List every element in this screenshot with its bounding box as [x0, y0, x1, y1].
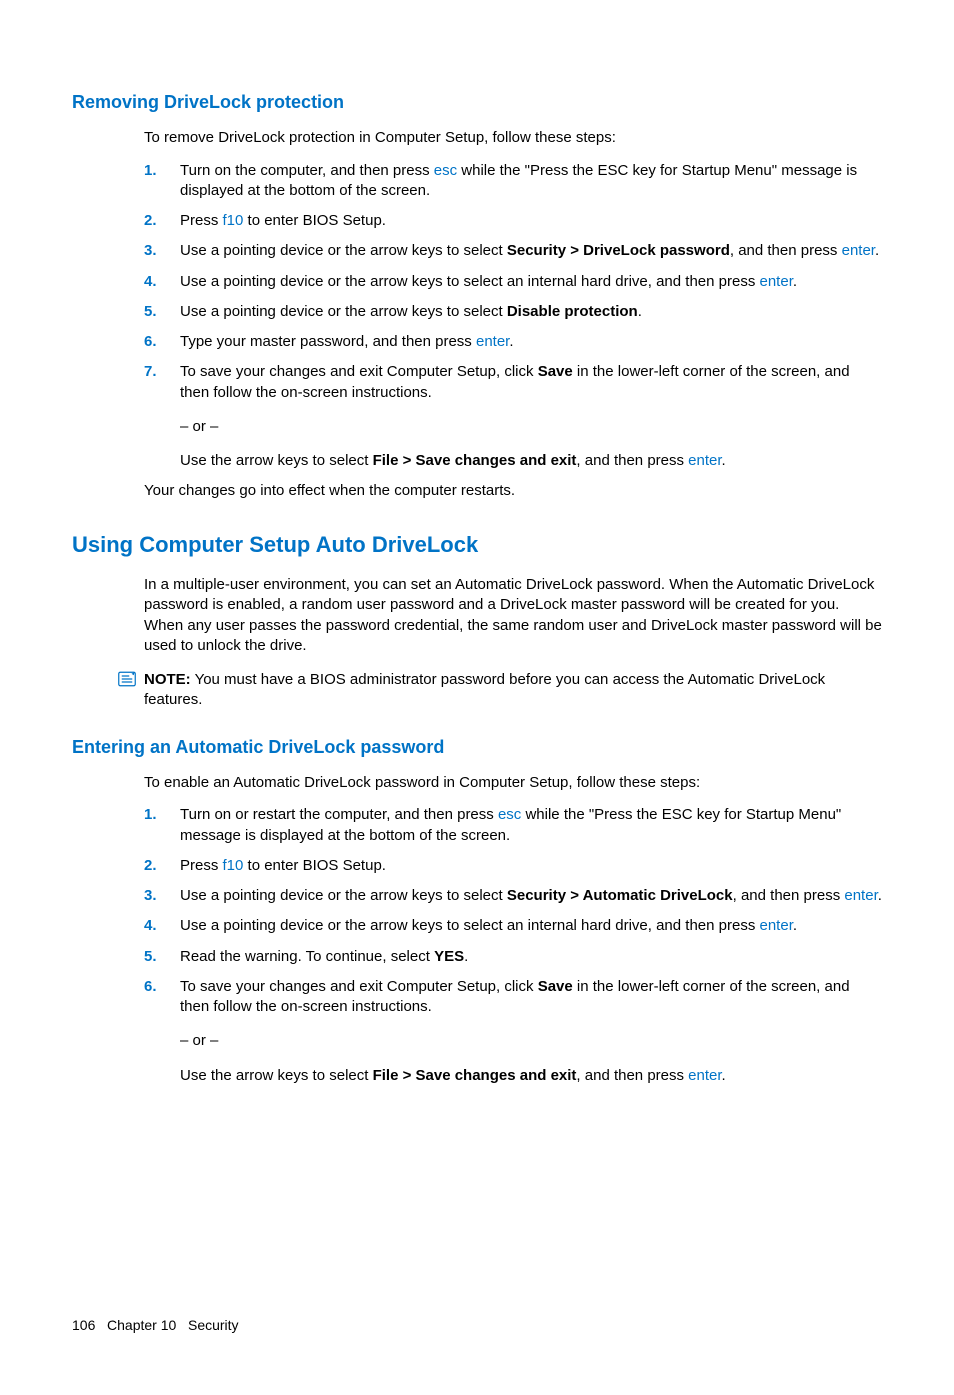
step-number: 7. — [144, 362, 157, 382]
step-text: to enter BIOS Setup. — [243, 857, 386, 874]
step-text: . — [722, 452, 726, 469]
key-enter: enter — [760, 273, 793, 290]
step-number: 3. — [144, 886, 157, 906]
step-5: 5. Use a pointing device or the arrow ke… — [144, 302, 882, 322]
key-enter: enter — [760, 917, 793, 934]
step-number: 2. — [144, 856, 157, 876]
steps-list-1: 1. Turn on the computer, and then press … — [144, 161, 882, 472]
step-text: To save your changes and exit Computer S… — [180, 363, 538, 380]
step-text: Turn on or restart the computer, and the… — [180, 806, 498, 823]
key-esc: esc — [434, 162, 457, 179]
step-text: , and then press — [576, 452, 688, 469]
step-4: 4. Use a pointing device or the arrow ke… — [144, 272, 882, 292]
step-text: , and then press — [733, 887, 845, 904]
step-text: . — [875, 242, 879, 259]
step-text: Use a pointing device or the arrow keys … — [180, 273, 760, 290]
step-number: 5. — [144, 302, 157, 322]
step-number: 1. — [144, 805, 157, 825]
key-esc: esc — [498, 806, 521, 823]
step-number: 4. — [144, 272, 157, 292]
key-enter: enter — [688, 452, 721, 469]
step-text: . — [878, 887, 882, 904]
step-sub: Use the arrow keys to select File > Save… — [180, 1066, 882, 1086]
step-number: 4. — [144, 916, 157, 936]
step-4: 4. Use a pointing device or the arrow ke… — [144, 916, 882, 936]
key-enter: enter — [688, 1067, 721, 1084]
step-number: 2. — [144, 211, 157, 231]
step-1: 1. Turn on the computer, and then press … — [144, 161, 882, 202]
step-2: 2. Press f10 to enter BIOS Setup. — [144, 856, 882, 876]
heading-removing-drivelock: Removing DriveLock protection — [72, 90, 882, 114]
step-text: Press — [180, 857, 223, 874]
step-text: Press — [180, 212, 223, 229]
note-label: NOTE: — [144, 671, 191, 688]
section2-para: In a multiple-user environment, you can … — [144, 575, 882, 656]
bold-text: Save — [538, 363, 573, 380]
key-enter: enter — [842, 242, 875, 259]
step-6: 6. To save your changes and exit Compute… — [144, 977, 882, 1086]
note-block: NOTE: You must have a BIOS administrator… — [118, 670, 882, 711]
key-f10: f10 — [223, 857, 244, 874]
note-icon — [118, 671, 136, 687]
key-enter: enter — [844, 887, 877, 904]
outro-text: Your changes go into effect when the com… — [144, 481, 882, 501]
step-2: 2. Press f10 to enter BIOS Setup. — [144, 211, 882, 231]
key-f10: f10 — [223, 212, 244, 229]
heading-using-auto-drivelock: Using Computer Setup Auto DriveLock — [72, 530, 882, 560]
step-text: Turn on the computer, and then press — [180, 162, 434, 179]
chapter-title: Security — [188, 1317, 239, 1333]
step-number: 1. — [144, 161, 157, 181]
step-1: 1. Turn on or restart the computer, and … — [144, 805, 882, 846]
step-text: . — [793, 273, 797, 290]
step-text: Use a pointing device or the arrow keys … — [180, 887, 507, 904]
step-text: To save your changes and exit Computer S… — [180, 978, 538, 995]
step-text: to enter BIOS Setup. — [243, 212, 386, 229]
bold-text: YES — [434, 948, 464, 965]
step-text: . — [464, 948, 468, 965]
steps-list-2: 1. Turn on or restart the computer, and … — [144, 805, 882, 1086]
step-text: . — [722, 1067, 726, 1084]
step-text: Use a pointing device or the arrow keys … — [180, 917, 760, 934]
note-text: You must have a BIOS administrator passw… — [144, 671, 825, 708]
step-number: 6. — [144, 332, 157, 352]
step-7: 7. To save your changes and exit Compute… — [144, 362, 882, 471]
step-text: Use a pointing device or the arrow keys … — [180, 303, 507, 320]
bold-text: Save — [538, 978, 573, 995]
step-text: . — [638, 303, 642, 320]
step-6: 6. Type your master password, and then p… — [144, 332, 882, 352]
step-text: Use the arrow keys to select — [180, 1067, 373, 1084]
bold-text: Disable protection — [507, 303, 638, 320]
step-text: , and then press — [730, 242, 842, 259]
step-text: Use the arrow keys to select — [180, 452, 373, 469]
or-divider: – or – — [180, 417, 882, 437]
step-text: . — [509, 333, 513, 350]
step-number: 6. — [144, 977, 157, 997]
page-number: 106 — [72, 1317, 95, 1333]
step-3: 3. Use a pointing device or the arrow ke… — [144, 886, 882, 906]
step-3: 3. Use a pointing device or the arrow ke… — [144, 241, 882, 261]
heading-entering-auto-drivelock: Entering an Automatic DriveLock password — [72, 735, 882, 759]
page-footer: 106 Chapter 10 Security — [72, 1316, 882, 1335]
bold-text: Security > DriveLock password — [507, 242, 730, 259]
bold-text: Security > Automatic DriveLock — [507, 887, 733, 904]
step-text: Type your master password, and then pres… — [180, 333, 476, 350]
step-number: 3. — [144, 241, 157, 261]
chapter-label: Chapter 10 — [107, 1317, 176, 1333]
or-divider: – or – — [180, 1031, 882, 1051]
step-number: 5. — [144, 947, 157, 967]
bold-text: File > Save changes and exit — [373, 1067, 577, 1084]
step-5: 5. Read the warning. To continue, select… — [144, 947, 882, 967]
step-text: , and then press — [576, 1067, 688, 1084]
step-text: Use a pointing device or the arrow keys … — [180, 242, 507, 259]
bold-text: File > Save changes and exit — [373, 452, 577, 469]
step-sub: Use the arrow keys to select File > Save… — [180, 451, 882, 471]
step-text: Read the warning. To continue, select — [180, 948, 434, 965]
step-text: . — [793, 917, 797, 934]
intro-text: To remove DriveLock protection in Comput… — [144, 128, 882, 148]
intro-text: To enable an Automatic DriveLock passwor… — [144, 773, 882, 793]
key-enter: enter — [476, 333, 509, 350]
